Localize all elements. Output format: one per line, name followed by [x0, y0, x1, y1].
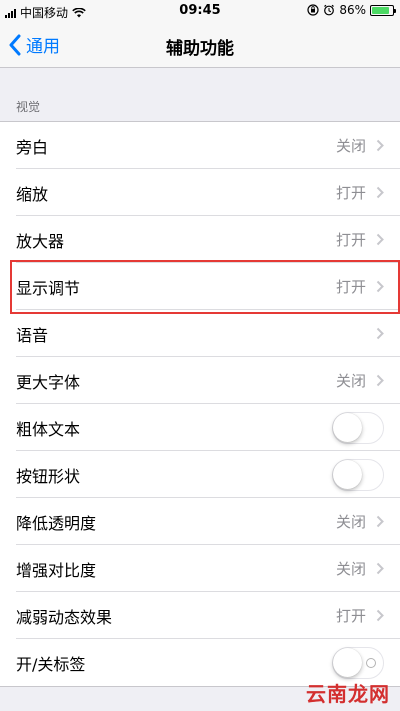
row-value: 打开 [335, 607, 366, 625]
battery-percent: 86% [339, 3, 366, 17]
row-label: 旁白 [16, 137, 49, 157]
chevron-right-icon [376, 515, 384, 528]
row-value: 关闭 [335, 372, 366, 390]
settings-row-increase-contrast[interactable]: 增强对比度 关闭 [0, 545, 400, 592]
row-value: 关闭 [335, 560, 366, 578]
settings-row-display-accommodations[interactable]: 显示调节 打开 [0, 263, 400, 310]
row-label: 显示调节 [16, 278, 81, 298]
row-label: 降低透明度 [16, 513, 97, 533]
row-label: 放大器 [16, 231, 65, 251]
row-value: 打开 [335, 278, 366, 296]
chevron-right-icon [376, 609, 384, 622]
watermark-logo: 云南龙网 [306, 682, 390, 706]
status-bar: 中国移动 09:45 86% [0, 0, 400, 22]
settings-row-larger-text[interactable]: 更大字体 关闭 [0, 357, 400, 404]
row-label: 更大字体 [16, 372, 81, 392]
row-value: 关闭 [335, 137, 366, 155]
settings-row-magnifier[interactable]: 放大器 打开 [0, 216, 400, 263]
row-value: 关闭 [335, 513, 366, 531]
row-value: 打开 [335, 184, 366, 202]
chevron-right-icon [376, 233, 384, 246]
chevron-right-icon [376, 562, 384, 575]
toggle-knob [333, 412, 362, 442]
alarm-icon [324, 4, 335, 16]
settings-list: 旁白 关闭 缩放 打开 放大器 打开 显示调节 打开 语音 更大字体 关闭 粗体文本 按钮形状 降低透明度… [0, 121, 400, 687]
page-title: 辅助功能 [166, 39, 234, 59]
chevron-right-icon [376, 280, 384, 293]
toggle-switch[interactable] [332, 458, 384, 491]
battery-icon [370, 4, 396, 16]
orientation-lock-icon [307, 4, 319, 16]
chevron-right-icon [376, 374, 384, 387]
navigation-bar: 通用 辅助功能 [0, 22, 400, 68]
toggle-knob [333, 647, 362, 677]
settings-row-zoom[interactable]: 缩放 打开 [0, 169, 400, 216]
row-label: 粗体文本 [16, 419, 81, 439]
row-value: 打开 [335, 231, 366, 249]
settings-row-reduce-motion[interactable]: 减弱动态效果 打开 [0, 592, 400, 639]
settings-row-speech[interactable]: 语音 [0, 310, 400, 357]
toggle-knob [333, 459, 362, 489]
chevron-right-icon [376, 139, 384, 152]
toggle-switch[interactable] [332, 411, 384, 444]
row-label: 按钮形状 [16, 466, 81, 486]
settings-row-bold-text[interactable]: 粗体文本 [0, 404, 400, 451]
row-label: 开/关标签 [16, 654, 86, 674]
row-label: 语音 [16, 325, 49, 345]
chevron-right-icon [376, 186, 384, 199]
row-label: 减弱动态效果 [16, 607, 113, 627]
chevron-right-icon [376, 327, 384, 340]
row-label: 缩放 [16, 184, 49, 204]
row-label: 增强对比度 [16, 560, 97, 580]
section-header-vision: 视觉 [16, 100, 41, 114]
settings-row-button-shapes[interactable]: 按钮形状 [0, 451, 400, 498]
settings-row-voiceover[interactable]: 旁白 关闭 [0, 122, 400, 169]
settings-row-reduce-transparency[interactable]: 降低透明度 关闭 [0, 498, 400, 545]
off-label-icon [366, 657, 376, 668]
toggle-switch[interactable] [332, 646, 384, 679]
status-right: 86% [307, 3, 396, 17]
